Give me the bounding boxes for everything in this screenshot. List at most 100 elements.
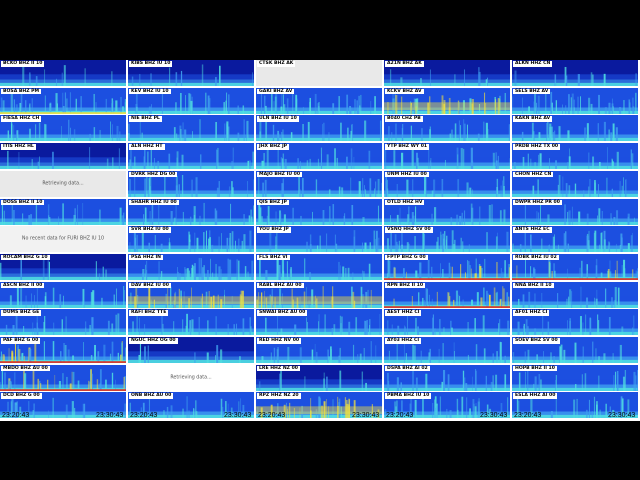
spectrogram-streak <box>401 152 404 170</box>
spectrogram-streak <box>29 348 32 363</box>
spectrogram-streak <box>302 106 305 114</box>
spectrogram-streak <box>249 230 252 253</box>
spectrogram-streak <box>116 126 119 142</box>
spectrogram-streak <box>95 261 97 280</box>
spectrogram-streak <box>616 209 619 225</box>
spectrogram-streak <box>393 150 396 170</box>
station-label: SVR BHZ IU 00 <box>129 227 171 233</box>
spectrogram-streak <box>388 380 390 391</box>
station-label: CTSK BHZ AK <box>257 61 296 67</box>
station-tile: CHON HHZ CN <box>512 170 638 197</box>
spectrogram-streak <box>345 267 347 280</box>
spectrogram-streak <box>184 129 187 142</box>
spectrogram-streak <box>558 244 559 253</box>
spectrogram-streak <box>150 148 152 170</box>
spectrogram-streak <box>184 266 186 280</box>
spectrogram-streak <box>388 350 390 363</box>
station-tile: KAKN BHZ AV <box>512 115 638 142</box>
spectrogram-streak <box>518 298 520 308</box>
station-label: OTLD HHZ HV <box>385 199 425 205</box>
spectrogram-streak <box>595 265 598 280</box>
spectrogram-streak <box>307 322 309 336</box>
spectrogram-streak <box>206 352 209 363</box>
station-label: ROBK BHZ IU 02 <box>513 254 559 261</box>
spectrogram-streak <box>32 322 34 336</box>
spectrogram-streak <box>530 234 532 253</box>
station-tile: QIS BHZ JP <box>256 198 382 225</box>
spectrogram-streak <box>440 231 442 253</box>
spectrogram-streak <box>115 315 118 336</box>
spectrogram-streak <box>564 203 566 225</box>
spectrogram-streak <box>543 351 544 363</box>
spectrogram-streak <box>216 345 219 363</box>
spectrogram-streak <box>269 230 272 253</box>
spectrogram-streak <box>244 265 247 280</box>
spectrogram-streak <box>83 342 84 363</box>
spectrogram-streak <box>242 105 245 114</box>
station-label: JHX BHZ JP <box>257 144 290 150</box>
spectrogram-streak <box>379 314 381 336</box>
spectrogram-streak <box>316 351 318 363</box>
spectrogram-streak <box>94 344 96 363</box>
spectrogram-streak <box>73 129 76 142</box>
spectrogram-streak <box>414 400 416 419</box>
spectrogram-streak <box>524 371 526 391</box>
spectrogram-streak <box>537 95 540 114</box>
spectrogram-streak <box>499 209 502 225</box>
spectrogram-streak <box>131 76 134 86</box>
spectrogram-streak <box>314 343 316 363</box>
station-label: DUMS BHZ GE <box>1 310 42 316</box>
spectrogram-streak <box>412 369 415 391</box>
spectrogram-streak <box>598 356 600 363</box>
spectrogram-streak <box>460 264 462 280</box>
spectrogram-streak <box>568 93 570 114</box>
spectrogram-streak <box>361 371 364 391</box>
station-label: AEST HHZ CI <box>385 310 422 316</box>
spectrogram-streak <box>333 324 336 336</box>
spectrogram-streak <box>555 399 557 419</box>
spectrogram-streak <box>249 160 251 170</box>
spectrogram-streak <box>537 179 539 197</box>
spectrogram-streak <box>14 343 17 363</box>
spectrogram-streak <box>533 383 535 391</box>
spectrogram-streak <box>136 315 138 336</box>
spectrogram-streak <box>139 73 141 86</box>
spectrogram-streak <box>65 404 68 419</box>
spectrogram-streak <box>425 287 428 308</box>
spectrogram-streak <box>548 244 550 253</box>
spectrogram-streak <box>28 129 31 142</box>
spectrogram-streak <box>175 185 178 197</box>
station-label: KEV BHZ IU 10 <box>129 88 171 95</box>
spectrogram-streak <box>586 410 588 419</box>
spectrogram-streak <box>189 216 192 225</box>
spectrogram-streak <box>180 129 182 142</box>
spectrogram-streak <box>508 267 510 280</box>
spectrogram-streak <box>580 95 582 114</box>
spectrogram-streak <box>586 235 589 253</box>
spectrogram-streak <box>498 323 500 336</box>
station-label: MAJO BHZ IU 00 <box>257 171 303 178</box>
spectrogram-streak <box>597 123 599 142</box>
station-tile: SOEV BHZ SV 00 <box>512 337 638 363</box>
spectrogram-streak <box>91 373 94 391</box>
spectrogram-streak <box>258 174 260 197</box>
spectrogram-streak <box>111 323 114 336</box>
spectrogram-band <box>512 332 638 336</box>
spectrogram-streak <box>362 216 365 225</box>
spectrogram-streak <box>534 162 536 170</box>
spectrogram-streak <box>428 294 430 308</box>
spectrogram-streak <box>13 125 15 142</box>
spectrogram-streak <box>388 260 390 280</box>
spectrogram-streak <box>359 353 362 363</box>
station-label: DVRK HHZ DG 00 <box>129 171 178 178</box>
spectrogram-streak <box>532 185 535 197</box>
spectrogram-streak <box>178 184 180 197</box>
spectrogram-streak <box>188 92 191 114</box>
spectrogram-streak <box>99 209 101 225</box>
spectrogram-streak <box>503 209 506 225</box>
spectrogram-streak <box>115 100 118 114</box>
spectrogram-streak <box>415 377 418 391</box>
spectrogram-streak <box>422 230 425 253</box>
spectrogram-streak <box>343 215 345 225</box>
spectrogram-streak <box>447 373 450 391</box>
